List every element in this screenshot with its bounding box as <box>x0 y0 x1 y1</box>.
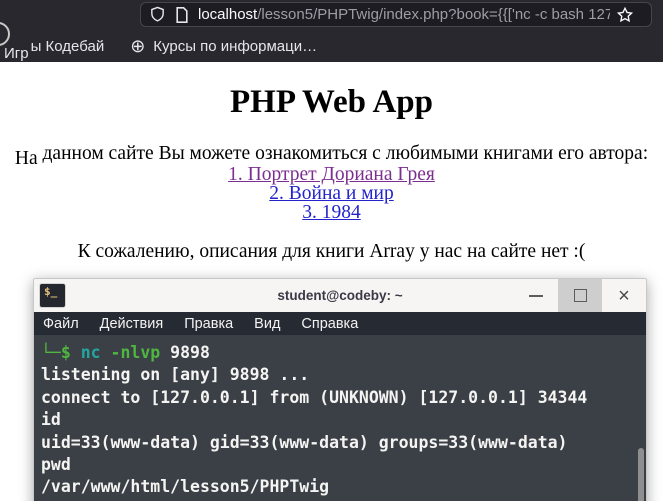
terminal-prompt-line: └─$ nc -nlvp 9898 <box>41 342 636 364</box>
url-host: localhost <box>198 6 258 23</box>
terminal-output-line: id <box>41 410 61 430</box>
page-title: PHP Web App <box>230 84 433 120</box>
menu-view[interactable]: Вид <box>254 316 280 332</box>
bookmark-star-icon[interactable] <box>616 6 634 24</box>
intro-text: На данном сайте Вы можете ознакомиться с… <box>0 143 663 169</box>
book-error-text: К сожалению, описания для книги Array у … <box>77 241 586 262</box>
intro-prefix: На <box>14 148 38 169</box>
command-arg: 9898 <box>160 343 210 362</box>
bookmark-item-courses[interactable]: Курсы по информаци… <box>153 38 317 55</box>
book-link-2[interactable]: 2. Война и мир <box>0 184 663 204</box>
menu-file[interactable]: Файл <box>43 316 79 332</box>
intro-rest: данном сайте Вы можете ознакомиться с лю… <box>37 143 649 164</box>
terminal-output-area[interactable]: └─$ nc -nlvp 9898 listening on [any] 989… <box>34 335 646 501</box>
browser-toolbar: localhost/lesson5/PHPTwig/index.php?book… <box>0 0 663 62</box>
book-link-3[interactable]: 3. 1984 <box>0 203 663 223</box>
terminal-scrollbar[interactable] <box>638 448 644 501</box>
terminal-titlebar[interactable]: $_ student@codeby: ~ × <box>34 279 646 312</box>
terminal-output-line: uid=33(www-data) gid=33(www-data) groups… <box>41 432 568 452</box>
command-flags: -nlvp <box>100 343 161 362</box>
book-link-1[interactable]: 1. Портрет Дориана Грея <box>0 165 663 185</box>
url-path: /lesson5/PHPTwig/index.php?book={{['nc -… <box>257 6 610 23</box>
address-bar[interactable]: localhost/lesson5/PHPTwig/index.php?book… <box>140 2 652 27</box>
menu-help[interactable]: Справка <box>301 316 358 332</box>
bookmark-partial-label[interactable]: Игр <box>4 45 29 62</box>
terminal-output-line: pwd <box>41 455 71 475</box>
terminal-menubar: Файл Действия Правка Вид Справка <box>34 312 646 335</box>
shield-icon[interactable] <box>149 6 166 23</box>
prompt-symbol: └─$ <box>41 343 81 362</box>
bookmark-item-kodebay[interactable]: ы Кодебай <box>31 38 105 55</box>
command-name: nc <box>80 343 101 362</box>
url-text[interactable]: localhost/lesson5/PHPTwig/index.php?book… <box>198 6 610 23</box>
menu-actions[interactable]: Действия <box>100 316 164 332</box>
terminal-output-line: /var/www/html/lesson5/PHPTwig <box>41 477 330 497</box>
terminal-output-line: connect to [127.0.0.1] from (UNKNOWN) [1… <box>41 387 588 407</box>
globe-icon: ⊕ <box>130 36 146 56</box>
page-info-icon[interactable] <box>175 6 189 23</box>
bookmarks-bar: Игр ы Кодебай ⊕ Курсы по информаци… <box>0 30 663 62</box>
menu-edit[interactable]: Правка <box>184 316 233 332</box>
terminal-window[interactable]: $_ student@codeby: ~ × Файл Действия Пра… <box>33 278 647 501</box>
book-links-list: 1. Портрет Дориана Грея 2. Война и мир 3… <box>0 165 663 223</box>
terminal-title: student@codeby: ~ <box>277 288 403 303</box>
terminal-output-line: listening on [any] 9898 ... <box>41 365 310 385</box>
